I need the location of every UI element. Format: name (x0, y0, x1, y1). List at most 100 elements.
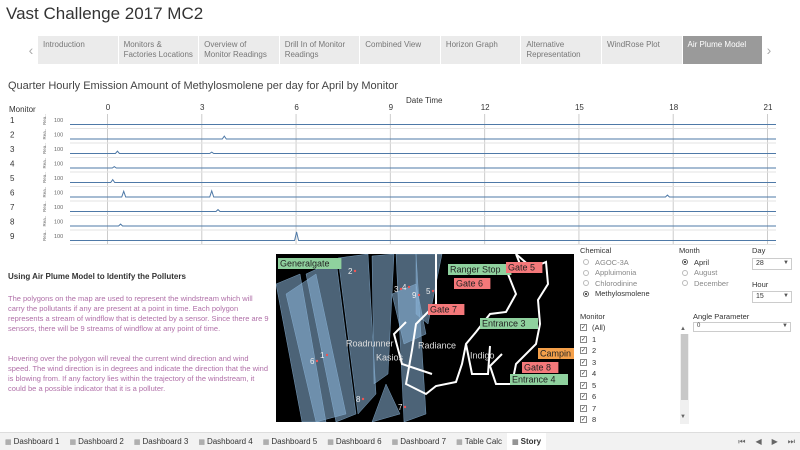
chemical-option[interactable]: Chlorodinine (583, 278, 650, 289)
monitor-series-line[interactable] (70, 189, 776, 198)
sheet-tab-7[interactable]: ▦ Dashboard 7 (387, 433, 451, 450)
checkbox-checked-icon[interactable]: ✓ (580, 404, 587, 412)
radio-icon[interactable] (583, 280, 589, 287)
scrollbar-thumb[interactable] (681, 334, 688, 400)
map-label[interactable]: Gate 7 (430, 305, 457, 315)
month-option[interactable]: April (682, 257, 729, 268)
checkbox-checked-icon[interactable]: ✓ (580, 370, 587, 378)
sheet-tab-1[interactable]: ▦ Dashboard 1 (0, 433, 64, 450)
radio-icon[interactable] (682, 280, 688, 287)
story-point-6[interactable]: Horizon Graph (440, 36, 521, 64)
last-tab-icon[interactable]: ⏭ (783, 437, 800, 447)
map-label[interactable]: Entrance 3 (482, 319, 526, 329)
sheet-tab-9[interactable]: ▦ Story (507, 433, 547, 450)
map-svg[interactable]: Generalgate Ranger Stop Gate 5 Gate 6 Gate 7… (276, 254, 574, 422)
wind-stream-8[interactable] (371, 383, 401, 422)
sheet-tab-5[interactable]: ▦ Dashboard 5 (258, 433, 322, 450)
month-option[interactable]: August (682, 268, 729, 279)
dashboard-icon: ▦ (69, 438, 77, 446)
sensor-marker[interactable] (431, 289, 435, 293)
chemical-option[interactable]: AGOC-3A (583, 257, 650, 268)
story-point-7[interactable]: Alternative Representation (521, 36, 601, 64)
sheet-tab-2[interactable]: ▦ Dashboard 2 (64, 433, 128, 450)
map-label[interactable]: Kasios (376, 353, 404, 363)
monitor-series-line[interactable] (70, 165, 776, 169)
checkbox-checked-icon[interactable]: ✓ (580, 347, 587, 355)
map-label[interactable]: Roadrunner (346, 339, 394, 349)
monitor-option[interactable]: ✓ (All) (580, 322, 688, 334)
monitor-series-line[interactable] (70, 150, 776, 154)
story-point-3[interactable]: Overview of Monitor Readings (199, 36, 279, 64)
monitor-series-line[interactable] (70, 223, 776, 227)
scroll-down-icon[interactable]: ▼ (680, 414, 686, 420)
sheet-tab-8[interactable]: ▦ Table Calc (451, 433, 507, 450)
map-label[interactable]: Gate 8 (524, 363, 551, 373)
map-label[interactable]: Gate 5 (508, 263, 535, 273)
monitor-series-line[interactable] (70, 178, 776, 183)
day-select[interactable]: 28 ▼ (752, 258, 792, 270)
angle-parameter-select[interactable]: 0 ▼ (693, 322, 791, 332)
chemical-option-label: Chlorodinine (595, 278, 638, 288)
nav-prev-icon[interactable]: ‹ (24, 36, 38, 64)
monitor-option[interactable]: ✓ 3 (580, 357, 688, 369)
chemical-option[interactable]: Methylosmolene (583, 289, 650, 300)
scroll-up-icon[interactable]: ▲ (680, 326, 686, 332)
monitor-option[interactable]: ✓ 5 (580, 380, 688, 392)
wind-stream-3[interactable] (371, 254, 395, 385)
sensor-marker[interactable] (417, 293, 421, 297)
checkbox-checked-icon[interactable]: ✓ (580, 381, 587, 389)
monitor-series-line[interactable] (70, 231, 776, 241)
story-point-9[interactable]: Air Plume Model (682, 36, 763, 64)
radio-icon[interactable] (583, 290, 589, 297)
month-option[interactable]: December (682, 278, 729, 289)
sheet-tab-3[interactable]: ▦ Dashboard 3 (129, 433, 193, 450)
nav-next-icon[interactable]: › (762, 36, 776, 64)
sensor-marker[interactable] (325, 353, 329, 357)
first-tab-icon[interactable]: ⏮ (733, 437, 750, 447)
next-tab-icon[interactable]: ▶ (767, 437, 783, 446)
checkbox-checked-icon[interactable]: ✓ (580, 335, 587, 343)
monitor-option[interactable]: ✓ 8 (580, 414, 688, 426)
map-label[interactable]: Campin (540, 349, 571, 359)
radio-icon[interactable] (682, 269, 688, 276)
radio-icon[interactable] (583, 269, 589, 276)
story-point-5[interactable]: Combined View (360, 36, 440, 64)
map-label[interactable]: Radiance (418, 341, 456, 351)
monitor-series-line[interactable] (70, 208, 776, 212)
monitor-option[interactable]: ✓ 1 (580, 334, 688, 346)
sheet-tab-4[interactable]: ▦ Dashboard 4 (193, 433, 257, 450)
monitor-option[interactable]: ✓ 2 (580, 345, 688, 357)
map-label[interactable]: Generalgate (280, 259, 330, 269)
story-point-2[interactable]: Monitors & Factories Locations (118, 36, 199, 64)
radio-icon[interactable] (583, 259, 589, 266)
chemical-option[interactable]: Appluimonia (583, 268, 650, 279)
sensor-marker[interactable] (315, 359, 319, 363)
sheet-tab-6[interactable]: ▦ Dashboard 6 (322, 433, 386, 450)
checkbox-checked-icon[interactable]: ✓ (580, 416, 587, 424)
story-point-8[interactable]: WindRose Plot (601, 36, 682, 64)
sensor-marker[interactable] (407, 285, 411, 289)
date-time-header: Date Time (406, 96, 443, 105)
checkbox-checked-icon[interactable]: ✓ (580, 324, 587, 332)
monitor-scrollbar[interactable] (680, 334, 689, 424)
map-label[interactable]: Indigo (470, 351, 495, 361)
checkbox-checked-icon[interactable]: ✓ (580, 393, 587, 401)
map-label[interactable]: Entrance 4 (512, 375, 556, 385)
air-plume-map[interactable]: Generalgate Ranger Stop Gate 5 Gate 6 Gate 7… (276, 254, 574, 422)
radio-icon[interactable] (682, 259, 688, 266)
monitor-series-line[interactable] (70, 135, 776, 140)
map-label[interactable]: Gate 6 (456, 279, 483, 289)
story-point-1[interactable]: Introduction (38, 36, 118, 64)
hour-select[interactable]: 15 ▼ (752, 291, 792, 303)
map-label[interactable]: Ranger Stop (450, 265, 501, 275)
monitor-option[interactable]: ✓ 4 (580, 368, 688, 380)
monitor-option-label: 3 (592, 357, 597, 367)
checkbox-checked-icon[interactable]: ✓ (580, 358, 587, 366)
monitor-option[interactable]: ✓ 7 (580, 403, 688, 415)
sensor-marker[interactable] (353, 269, 357, 273)
story-point-4[interactable]: Drill In of Monitor Readings (279, 36, 360, 64)
sensor-marker[interactable] (403, 405, 407, 409)
prev-tab-icon[interactable]: ◀ (750, 437, 766, 446)
sensor-marker[interactable] (361, 397, 365, 401)
monitor-option[interactable]: ✓ 6 (580, 391, 688, 403)
